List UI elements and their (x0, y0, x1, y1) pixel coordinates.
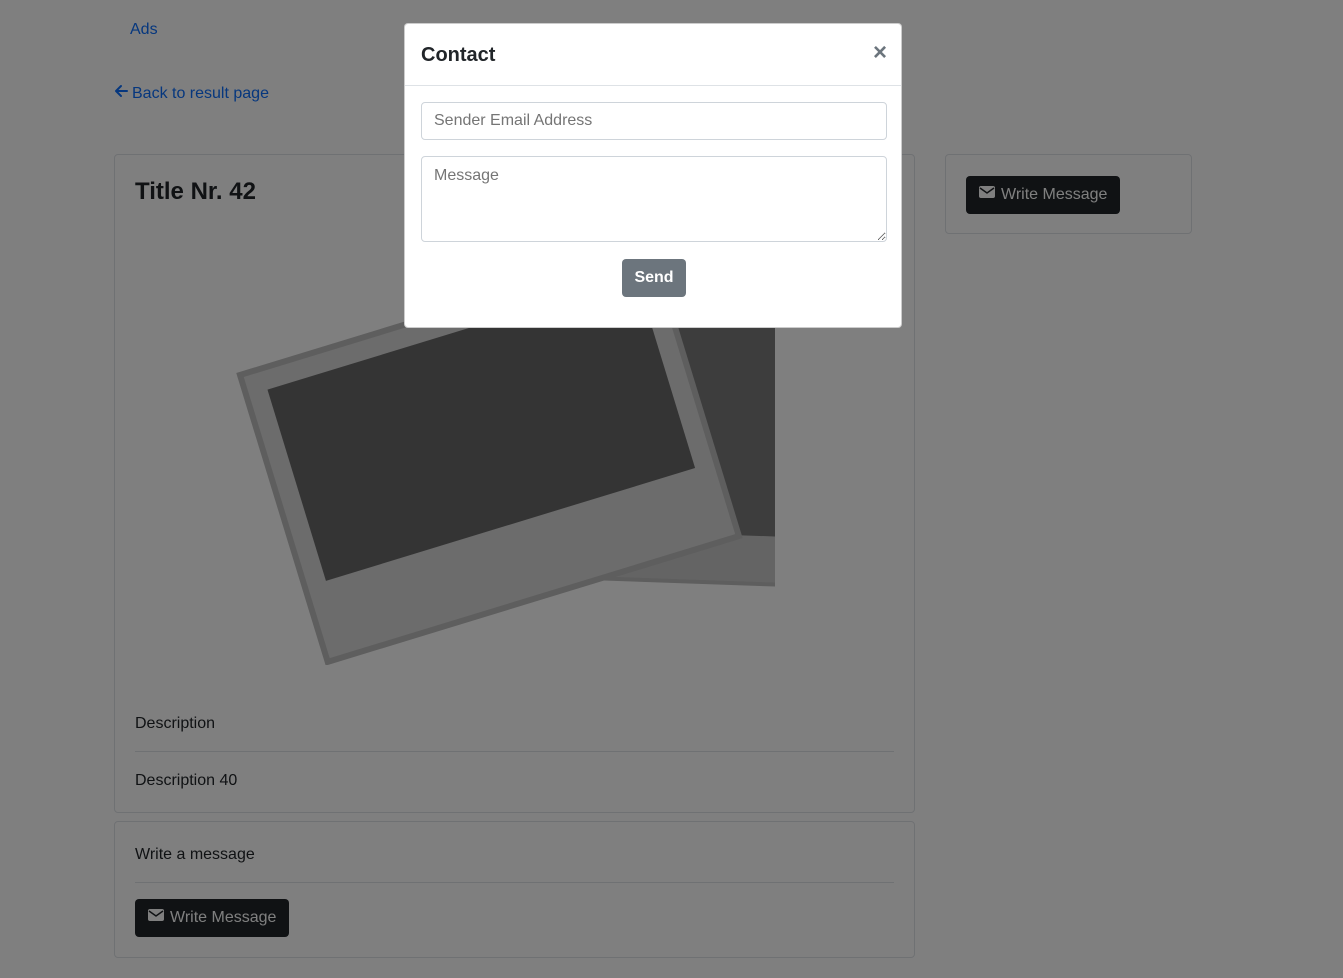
contact-modal: Contact × Send (404, 23, 902, 328)
send-button[interactable]: Send (622, 259, 686, 297)
message-field[interactable] (421, 156, 887, 242)
modal-header: Contact × (405, 24, 901, 86)
sender-email-field[interactable] (421, 102, 887, 140)
close-icon[interactable]: × (873, 39, 887, 67)
modal-title: Contact (421, 44, 496, 66)
